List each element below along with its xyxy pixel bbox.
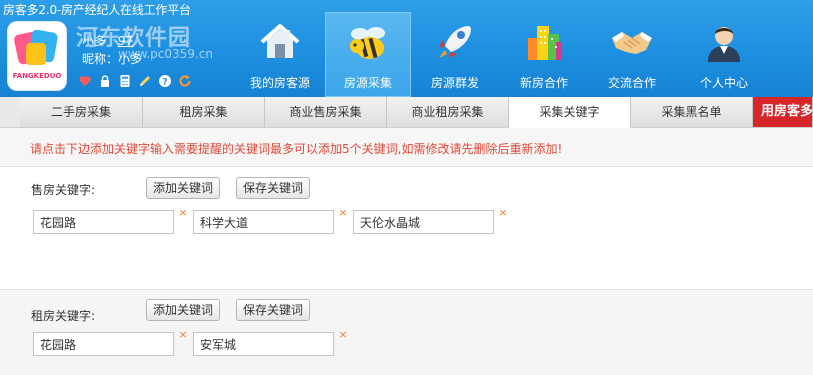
pencil-icon[interactable] (138, 74, 152, 88)
lock-icon[interactable] (98, 74, 112, 88)
user-name: 小多 (82, 34, 107, 48)
delete-icon[interactable]: × (338, 207, 348, 218)
tab-collection-keywords[interactable]: 采集关键字 (509, 97, 631, 128)
sale-keywords-section: 售房关键字: 添加关键词 保存关键词 × × × (0, 167, 813, 289)
bee-icon (350, 27, 385, 59)
nav-label: 新房合作 (519, 76, 568, 90)
promo-tab[interactable]: 用房客多 (753, 97, 813, 127)
refresh-icon[interactable] (178, 74, 192, 88)
user-name-row: 小多 97 (82, 32, 133, 49)
svg-text:?: ? (162, 78, 167, 88)
sale-add-keyword-button[interactable]: 添加关键词 (146, 177, 221, 199)
tab-blacklist[interactable]: 采集黑名单 (631, 97, 753, 127)
sale-keyword-input[interactable] (33, 210, 174, 234)
rent-keywords-label: 租房关键字: (31, 309, 96, 323)
window-title: 房客多2.0-房产经纪人在线工作平台 (3, 3, 191, 17)
nav-label: 房源采集 (343, 76, 392, 90)
heart-icon[interactable] (78, 74, 92, 88)
logo-text: FANGKEDUO (12, 72, 62, 80)
notice-bar: 请点击下边添加关键字输入需要提醒的关键词最多可以添加5个关键词,如需修改请先删除… (0, 128, 813, 167)
nav-exchange[interactable]: 交流合作 (589, 12, 675, 97)
delete-icon[interactable]: × (498, 207, 508, 218)
person-icon (708, 27, 740, 62)
notice-text: 请点击下边添加关键字输入需要提醒的关键词最多可以添加5个关键词,如需修改请先删除… (30, 142, 563, 156)
nav-label: 个人中心 (699, 76, 748, 90)
help-icon[interactable]: ? (158, 74, 172, 88)
house-icon (260, 24, 300, 58)
rent-save-keyword-button[interactable]: 保存关键词 (236, 299, 311, 321)
rent-keywords-section: 租房关键字: 添加关键词 保存关键词 × × (0, 289, 813, 375)
rocket-icon (439, 26, 471, 58)
delete-icon[interactable]: × (338, 329, 348, 340)
tab-commercial-sale[interactable]: 商业售房采集 (265, 97, 387, 127)
nav-label: 我的房客源 (249, 76, 310, 90)
nav-personal-center[interactable]: 个人中心 (681, 12, 767, 97)
app-header: 房客多2.0-房产经纪人在线工作平台 FANGKEDUO 河东软件园 www.p… (0, 0, 813, 97)
calculator-icon[interactable] (118, 74, 132, 88)
nav-listing-broadcast[interactable]: 房源群发 (412, 12, 498, 97)
logo-mark (13, 27, 59, 71)
tab-second-hand[interactable]: 二手房采集 (20, 97, 143, 127)
rent-add-keyword-button[interactable]: 添加关键词 (146, 299, 221, 321)
rent-keyword-input[interactable] (193, 332, 334, 356)
nickname-label: 昵称： (82, 52, 119, 66)
nav-new-homes[interactable]: 新房合作 (501, 12, 587, 97)
app-logo: FANGKEDUO (8, 22, 66, 90)
delete-icon[interactable]: × (178, 207, 188, 218)
sale-keyword-input[interactable] (193, 210, 334, 234)
sale-keywords-label: 售房关键字: (31, 183, 96, 197)
nav-label: 房源群发 (430, 76, 479, 90)
user-id-link[interactable]: 97 (118, 34, 133, 48)
tab-commercial-rent[interactable]: 商业租房采集 (387, 97, 509, 127)
sale-keyword-input[interactable] (353, 210, 494, 234)
nav-listing-collection[interactable]: 房源采集 (325, 12, 411, 97)
delete-icon[interactable]: × (178, 329, 188, 340)
tab-rental[interactable]: 租房采集 (143, 97, 265, 127)
sale-save-keyword-button[interactable]: 保存关键词 (236, 177, 311, 199)
rent-keyword-input[interactable] (33, 332, 174, 356)
handshake-icon (612, 32, 652, 54)
tab-bar: 二手房采集 租房采集 商业售房采集 商业租房采集 采集关键字 采集黑名单 用房客… (0, 97, 813, 128)
nav-label: 交流合作 (607, 76, 656, 90)
user-nickname-row: 昵称：小多 (82, 50, 142, 67)
buildings-icon (528, 26, 562, 60)
nav-my-listings[interactable]: 我的房客源 (237, 12, 323, 97)
nickname-value: 小多 (118, 52, 143, 66)
